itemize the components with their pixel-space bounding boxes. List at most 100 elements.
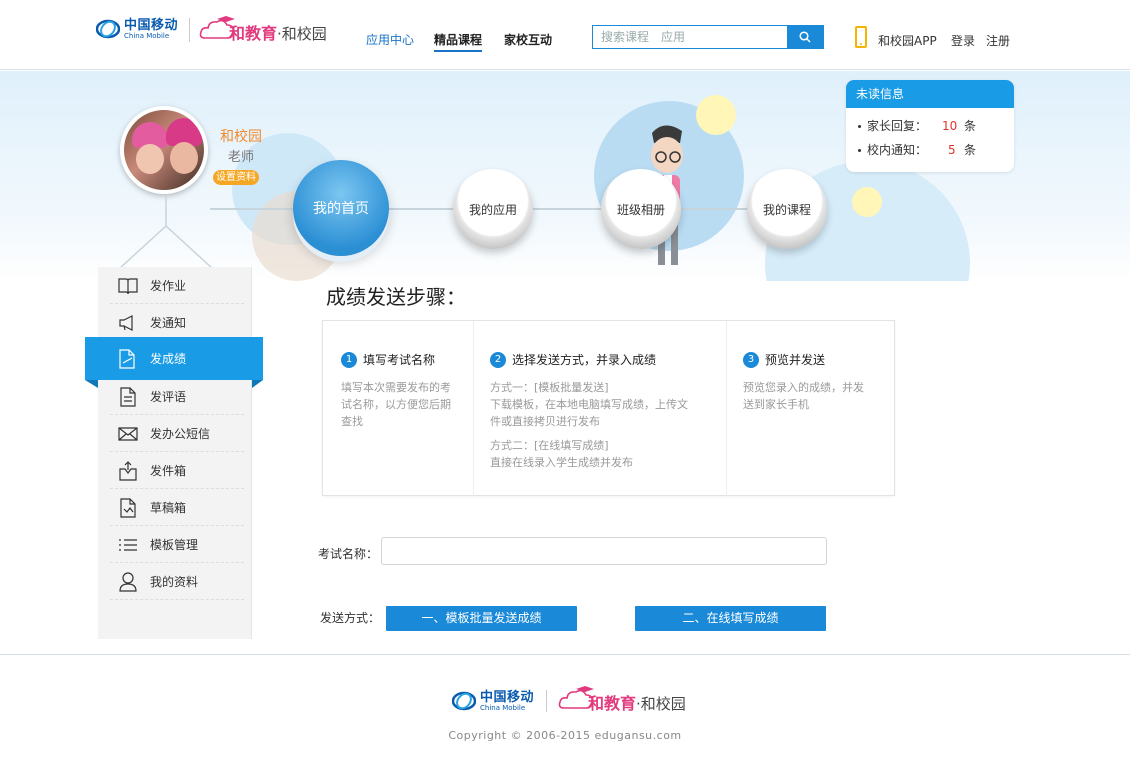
- unread-count: 10: [942, 119, 958, 133]
- template-batch-send-button[interactable]: 一、模板批量发送成绩: [386, 606, 577, 631]
- step-title: 预览并发送: [765, 353, 826, 367]
- sidebar: 发作业 发通知 发评语 发办公短信 发件箱 草稿箱 模板管理 我的资料: [98, 267, 252, 639]
- copyright-text: Copyright © 2006-2015 edugansu.com: [448, 729, 682, 742]
- unread-unit: 条: [964, 143, 977, 157]
- sidebar-item-office-sms[interactable]: 发办公短信: [98, 415, 252, 452]
- nav-premium-courses[interactable]: 精品课程: [434, 31, 483, 52]
- page-title: 成绩发送步骤：: [326, 285, 466, 309]
- sidebar-item-label: 我的资料: [150, 575, 199, 589]
- edit-document-icon: [118, 348, 138, 369]
- exam-name-label: 考试名称：: [318, 547, 379, 561]
- unread-panel: 未读信息 家长回复： 10 条 校内通知： 5 条: [846, 80, 1014, 172]
- step-desc-line: 送到家长手机: [743, 398, 809, 411]
- step-desc-line: 直接在线录入学生成绩并发布: [490, 456, 633, 469]
- footer-logo-divider: [546, 690, 547, 712]
- step-number: 3: [743, 351, 759, 368]
- nav-my-home[interactable]: 我的首页: [293, 160, 389, 256]
- step-title: 填写考试名称: [363, 353, 436, 367]
- unread-unit: 条: [964, 119, 977, 133]
- app-link[interactable]: 和校园APP: [878, 32, 937, 49]
- china-mobile-en: China Mobile: [124, 31, 170, 40]
- step-desc-line: 方式一：[模板批量发送]: [490, 381, 609, 394]
- hejiaoyu-school: 和校园: [281, 25, 327, 43]
- set-profile-button[interactable]: 设置资料: [213, 170, 259, 185]
- china-mobile-logo[interactable]: 中国移动 China Mobile: [96, 16, 186, 42]
- logo-divider: [189, 18, 190, 42]
- sun-decoration: [852, 187, 882, 217]
- step-1: 1 填写考试名称 填写本次需要发布的考 试名称，以方便您后期 查找: [323, 321, 473, 497]
- sidebar-item-templates[interactable]: 模板管理: [98, 526, 252, 563]
- step-number: 1: [341, 351, 357, 368]
- unread-label: 家长回复：: [867, 119, 928, 133]
- user-icon: [118, 571, 138, 592]
- nav-class-album[interactable]: 班级相册: [601, 169, 681, 249]
- send-method-label: 发送方式：: [320, 611, 381, 625]
- search-box: [592, 25, 824, 49]
- sidebar-item-scores[interactable]: 发成绩: [85, 337, 263, 388]
- sidebar-item-label: 模板管理: [150, 538, 199, 552]
- unread-school-notices[interactable]: 校内通知： 5 条: [846, 138, 1014, 162]
- phone-icon[interactable]: [855, 26, 867, 48]
- register-link[interactable]: 注册: [986, 32, 1010, 49]
- sidebar-item-label: 发作业: [150, 279, 187, 293]
- footer-hejiaoyu-logo: 和教育·和校园: [558, 684, 698, 714]
- sidebar-item-outbox[interactable]: 发件箱: [98, 452, 252, 489]
- envelope-icon: [118, 424, 138, 444]
- unread-label: 校内通知：: [867, 143, 928, 157]
- step-desc-line: 方式二：[在线填写成绩]: [490, 439, 609, 452]
- step-3: 3 预览并发送 预览您录入的成绩，并发 送到家长手机: [726, 321, 894, 497]
- search-icon: [799, 31, 811, 43]
- sidebar-item-comments[interactable]: 发评语: [98, 378, 252, 415]
- china-mobile-swirl-icon: [96, 19, 120, 39]
- sidebar-item-drafts[interactable]: 草稿箱: [98, 489, 252, 526]
- search-input[interactable]: [593, 26, 789, 48]
- sidebar-item-homework[interactable]: 发作业: [98, 267, 252, 304]
- sidebar-item-my-profile[interactable]: 我的资料: [98, 563, 252, 600]
- sidebar-item-label: 发件箱: [150, 464, 187, 478]
- avatar[interactable]: [120, 106, 208, 194]
- nav-my-apps-label: 我的应用: [468, 202, 517, 217]
- nav-my-apps[interactable]: 我的应用: [453, 169, 533, 249]
- step-desc-line: 查找: [341, 415, 363, 428]
- nav-my-courses-label: 我的课程: [762, 202, 811, 217]
- nav-home-school[interactable]: 家校互动: [504, 31, 552, 48]
- sidebar-item-notice[interactable]: 发通知: [98, 304, 252, 341]
- nav-app-center[interactable]: 应用中心: [366, 31, 414, 48]
- steps-panel: 1 填写考试名称 填写本次需要发布的考 试名称，以方便您后期 查找 2 选择发送…: [322, 320, 895, 497]
- sidebar-item-label: 发办公短信: [150, 427, 211, 441]
- sidebar-item-label: 发成绩: [150, 352, 187, 366]
- nav-my-courses[interactable]: 我的课程: [747, 169, 827, 249]
- footer-china-mobile-logo: 中国移动 China Mobile: [452, 688, 542, 714]
- step-desc-line: 下载模板，在本地电脑填写成绩，上传文: [490, 398, 688, 411]
- document-icon: [118, 386, 138, 407]
- sidebar-item-label: 草稿箱: [150, 501, 187, 515]
- unread-title: 未读信息: [846, 80, 1014, 108]
- sidebar-item-label: 发评语: [150, 390, 187, 404]
- hejiaoyu-brand: 和教育: [588, 694, 637, 713]
- step-number: 2: [490, 351, 506, 368]
- user-role: 老师: [228, 150, 255, 165]
- step-desc-line: 件或直接拷贝进行发布: [490, 415, 600, 428]
- step-desc-line: 预览您录入的成绩，并发: [743, 381, 864, 394]
- hejiaoyu-school: 和校园: [640, 695, 686, 713]
- login-link[interactable]: 登录: [951, 32, 975, 49]
- nav-class-album-label: 班级相册: [616, 202, 665, 217]
- nav-my-home-label: 我的首页: [313, 201, 369, 217]
- step-desc-line: 填写本次需要发布的考: [341, 381, 451, 394]
- china-mobile-swirl-icon: [452, 691, 476, 711]
- megaphone-icon: [118, 313, 138, 333]
- china-mobile-cn: 中国移动: [124, 17, 179, 33]
- outbox-icon: [118, 460, 138, 481]
- user-name: 和校园: [220, 129, 262, 145]
- top-header: 中国移动 China Mobile 和教育·和校园 应用中心 精品课程 家校互动…: [0, 0, 1130, 70]
- unread-count: 5: [948, 143, 956, 157]
- unread-parent-replies[interactable]: 家长回复： 10 条: [846, 114, 1014, 138]
- exam-name-input[interactable]: [381, 537, 827, 565]
- footer-divider: [0, 654, 1130, 655]
- draft-icon: [118, 497, 138, 518]
- hejiaoyu-logo[interactable]: 和教育·和校园: [199, 14, 339, 44]
- online-fill-scores-button[interactable]: 二、在线填写成绩: [635, 606, 826, 631]
- sidebar-item-label: 发通知: [150, 316, 187, 330]
- search-button[interactable]: [787, 26, 823, 48]
- avatar-connector-lines: [119, 196, 213, 268]
